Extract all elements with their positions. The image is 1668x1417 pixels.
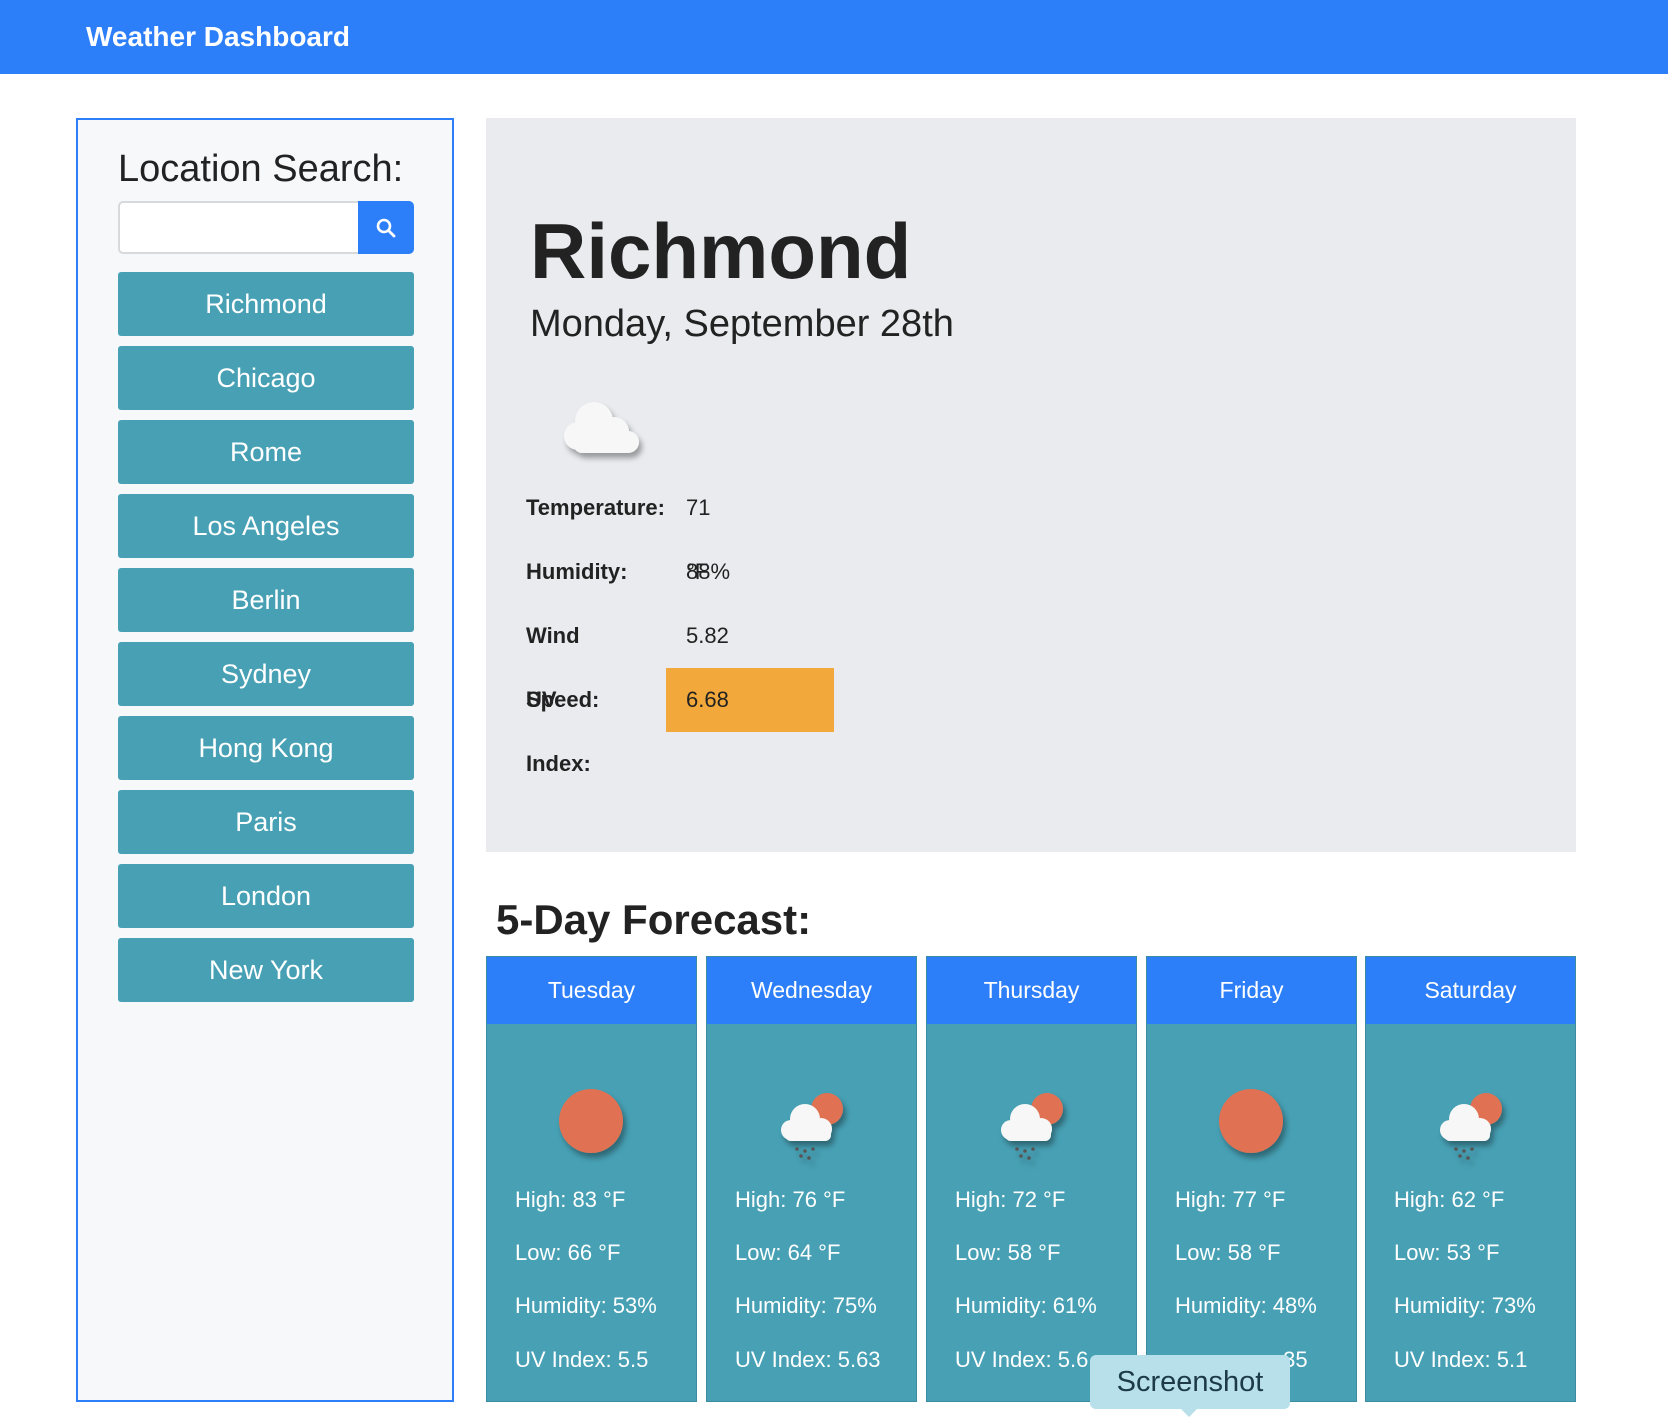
city-button-hong-kong[interactable]: Hong Kong: [118, 716, 414, 780]
forecast-high: High: 62 °F: [1394, 1187, 1505, 1212]
forecast-low: Low: 58 °F: [1175, 1240, 1281, 1265]
forecast-uv: UV Index: 5.6: [955, 1347, 1089, 1372]
rain-cloud-sun-icon: [1440, 1093, 1502, 1160]
search-icon: [376, 218, 396, 237]
temperature-value: 71 °F: [686, 495, 711, 584]
city-button-new-york[interactable]: New York: [118, 938, 414, 1002]
humidity-label: Humidity:: [526, 559, 628, 584]
city-history-list: Richmond Chicago Rome Los Angeles Berlin…: [118, 272, 414, 1012]
location-search-panel: Location Search: Richmond Chicago Rome L…: [76, 118, 454, 1402]
forecast-low: Low: 64 °F: [735, 1240, 841, 1265]
location-search-heading: Location Search:: [118, 148, 404, 190]
city-button-paris[interactable]: Paris: [118, 790, 414, 854]
search-input[interactable]: [118, 201, 358, 254]
city-button-richmond[interactable]: Richmond: [118, 272, 414, 336]
city-button-berlin[interactable]: Berlin: [118, 568, 414, 632]
forecast-uv: UV Index: 5.1: [1394, 1347, 1528, 1372]
forecast-uv: UV Index: 5.63: [735, 1347, 881, 1372]
forecast-high: High: 77 °F: [1175, 1187, 1286, 1212]
forecast-day: Friday: [1147, 957, 1356, 1024]
temperature-label: Temperature:: [526, 495, 665, 520]
uv-index-label: UV Index:: [526, 687, 591, 776]
forecast-title: 5-Day Forecast:: [496, 896, 812, 943]
current-date: Monday, September 28th: [530, 303, 954, 345]
city-button-chicago[interactable]: Chicago: [118, 346, 414, 410]
forecast-low: Low: 53 °F: [1394, 1240, 1500, 1265]
rain-cloud-sun-icon: [1001, 1093, 1063, 1160]
forecast-day: Thursday: [927, 957, 1136, 1024]
sun-icon: [559, 1089, 623, 1153]
city-button-rome[interactable]: Rome: [118, 420, 414, 484]
forecast-high: High: 72 °F: [955, 1187, 1066, 1212]
uv-index-badge: 6.68: [666, 668, 834, 732]
screenshot-tooltip: Screenshot: [1090, 1355, 1290, 1417]
forecast-card: Saturday High: 62 °F Low: 53 °F Humidity…: [1365, 956, 1576, 1402]
forecast-high: High: 83 °F: [515, 1187, 626, 1212]
search-bar: [118, 201, 414, 254]
forecast-humidity: Humidity: 75%: [735, 1293, 877, 1318]
forecast-day: Saturday: [1366, 957, 1575, 1024]
app-title[interactable]: Weather Dashboard: [86, 21, 350, 53]
forecast-card: Thursday High: 72 °F Low: 58 °F Humidity…: [926, 956, 1137, 1402]
wind-speed-value: 5.82 MPH: [686, 623, 735, 712]
forecast-day: Wednesday: [707, 957, 916, 1024]
forecast-low: Low: 58 °F: [955, 1240, 1061, 1265]
forecast-card: Wednesday High: 76 °F Low: 64 °F Humidit…: [706, 956, 917, 1402]
forecast-low: Low: 66 °F: [515, 1240, 621, 1265]
forecast-card: Friday High: 77 °F Low: 58 °F Humidity: …: [1146, 956, 1357, 1402]
forecast-day: Tuesday: [487, 957, 696, 1024]
forecast-high: High: 76 °F: [735, 1187, 846, 1212]
search-button[interactable]: [358, 201, 414, 254]
city-button-london[interactable]: London: [118, 864, 414, 928]
cloud-icon: [564, 402, 639, 453]
current-city-name: Richmond: [530, 207, 912, 295]
current-weather-panel: Richmond Monday, September 28th Temperat…: [486, 118, 1576, 852]
city-button-sydney[interactable]: Sydney: [118, 642, 414, 706]
forecast-humidity: Humidity: 48%: [1175, 1293, 1317, 1318]
forecast-humidity: Humidity: 61%: [955, 1293, 1097, 1318]
city-button-los-angeles[interactable]: Los Angeles: [118, 494, 414, 558]
forecast-humidity: Humidity: 53%: [515, 1293, 657, 1318]
forecast-card: Tuesday High: 83 °F Low: 66 °F Humidity:…: [486, 956, 697, 1402]
sun-icon: [1219, 1089, 1283, 1153]
forecast-humidity: Humidity: 73%: [1394, 1293, 1536, 1318]
forecast-uv: UV Index: 5.5: [515, 1347, 649, 1372]
rain-cloud-sun-icon: [781, 1093, 843, 1160]
humidity-value: 88%: [686, 559, 731, 584]
navbar: Weather Dashboard: [0, 0, 1668, 74]
